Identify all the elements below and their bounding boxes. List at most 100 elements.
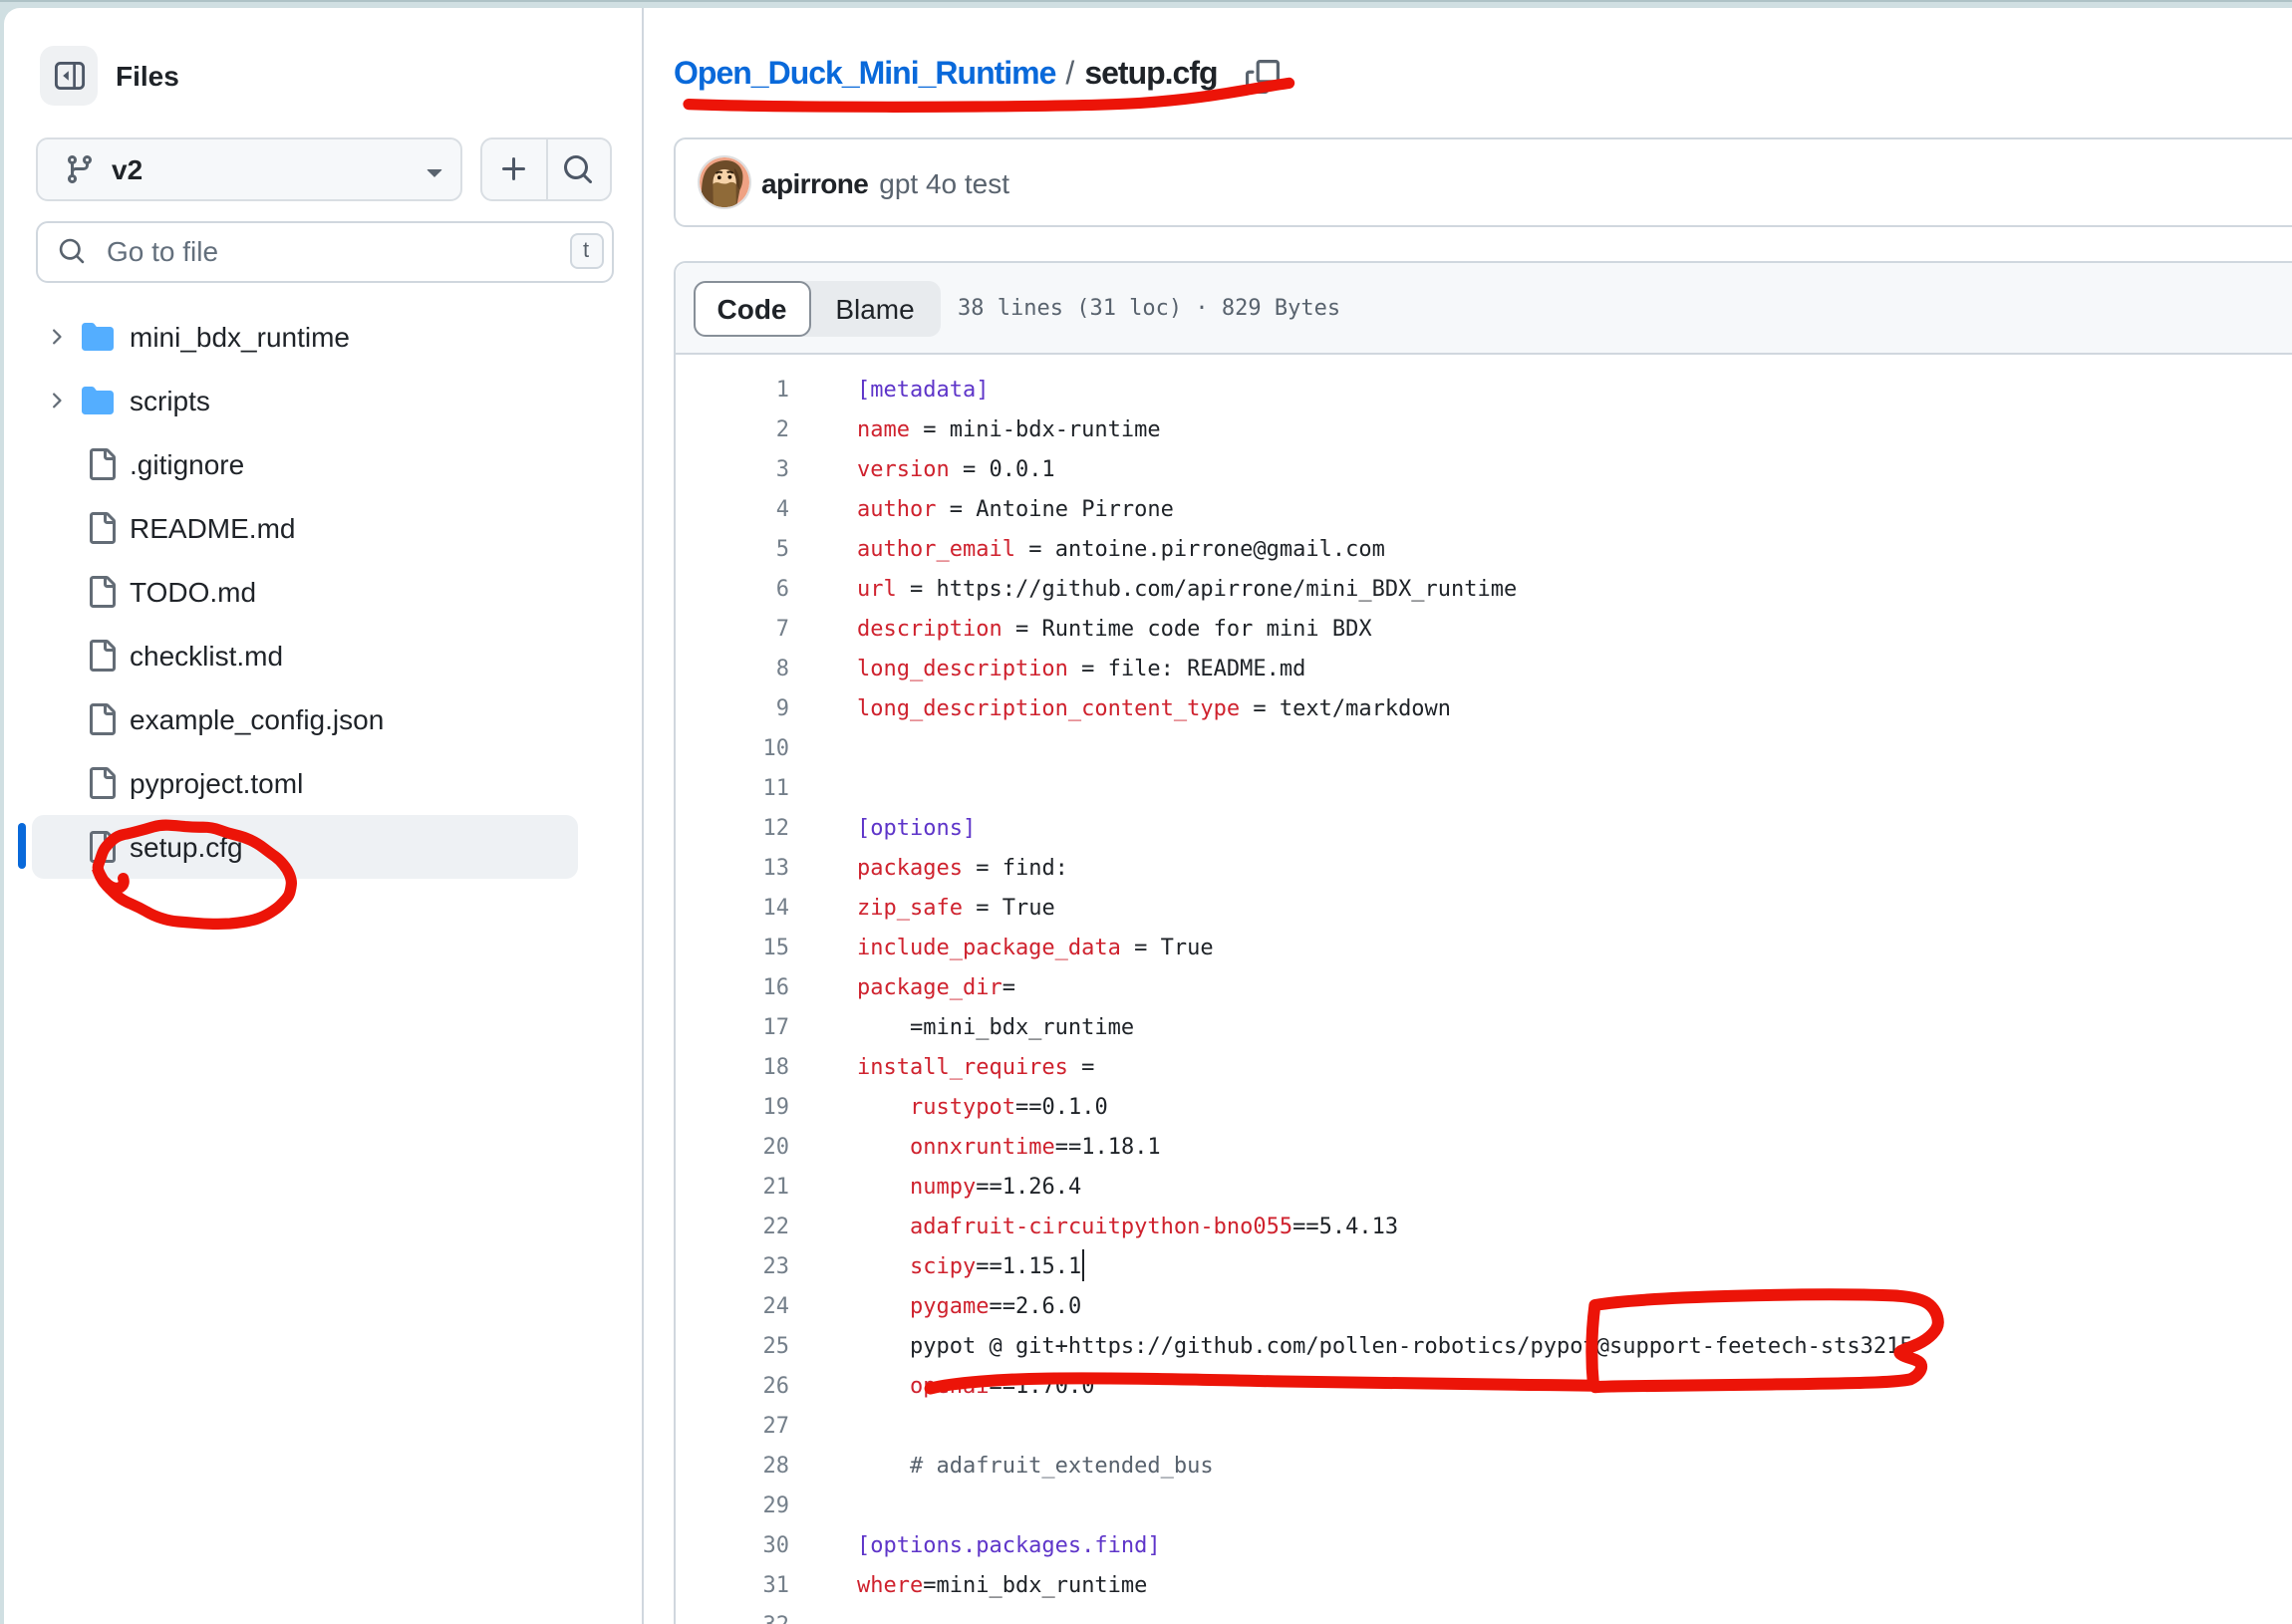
code-line-16: 16package_dir= [676,968,2292,1008]
tree-item-pyproject-toml[interactable]: pyproject.toml [32,750,578,814]
sidebar-divider[interactable] [641,8,643,1624]
tree-item-mini-bdx-runtime[interactable]: mini_bdx_runtime [32,304,578,368]
line-number[interactable]: 21 [676,1168,789,1208]
line-source: [metadata] [857,371,989,410]
line-source: openai==1.70.0 [857,1367,1094,1407]
line-number[interactable]: 24 [676,1287,789,1327]
line-source: =mini_bdx_runtime [857,1008,1134,1048]
tree-item-scripts[interactable]: scripts [32,368,578,431]
file-icon [86,447,118,479]
code-line-14: 14zip_safe = True [676,889,2292,929]
line-source: include_package_data = True [857,929,1214,968]
breadcrumb: Open_Duck_Mini_Runtime / setup.cfg [674,54,1280,98]
chevron-right-icon[interactable] [44,324,68,348]
line-number[interactable]: 16 [676,968,789,1008]
line-number[interactable]: 14 [676,889,789,929]
line-number[interactable]: 23 [676,1247,789,1287]
line-number[interactable]: 28 [676,1447,789,1487]
line-source: long_description_content_type = text/mar… [857,689,1451,729]
line-number[interactable]: 19 [676,1088,789,1128]
line-number[interactable]: 7 [676,610,789,650]
line-number[interactable]: 31 [676,1566,789,1606]
tree-item-todo-md[interactable]: TODO.md [32,559,578,623]
file-tree: mini_bdx_runtimescripts .gitignore README.… [32,304,578,878]
line-number[interactable]: 6 [676,570,789,610]
line-source: scipy==1.15.1 [857,1247,1083,1287]
line-source: description = Runtime code for mini BDX [857,610,1372,650]
file-icon [86,575,118,607]
code-line-27: 27 [676,1407,2292,1447]
add-file-button[interactable] [482,139,545,199]
file-meta-info: 38 lines (31 loc) · 829 Bytes [958,295,1340,321]
line-source: author_email = antoine.pirrone@gmail.com [857,530,1385,570]
tree-item-example-config-json[interactable]: example_config.json [32,686,578,750]
line-number[interactable]: 11 [676,769,789,809]
line-number[interactable]: 15 [676,929,789,968]
latest-commit-bar: apirrone gpt 4o test [674,137,2292,227]
search-icon [563,153,595,185]
line-number[interactable]: 22 [676,1208,789,1247]
line-number[interactable]: 20 [676,1128,789,1168]
tree-item-label: pyproject.toml [130,766,303,798]
go-to-file-input[interactable] [103,234,569,270]
line-number[interactable]: 2 [676,410,789,450]
line-source: packages = find: [857,849,1068,889]
go-to-file-box: t [35,220,613,283]
code-line-10: 10 [676,729,2292,769]
breadcrumb-repo-link[interactable]: Open_Duck_Mini_Runtime [674,58,1055,94]
commit-message[interactable]: gpt 4o test [879,166,1009,198]
collapse-sidebar-button[interactable] [40,45,98,105]
line-number[interactable]: 5 [676,530,789,570]
files-panel-title: Files [116,59,179,91]
line-number[interactable]: 26 [676,1367,789,1407]
tab-code[interactable]: Code [694,280,810,336]
code-line-19: 19 rustypot==0.1.0 [676,1088,2292,1128]
tab-blame[interactable]: Blame [810,280,940,336]
github-code-page: Files v2 [0,0,2292,1624]
tree-item-setup-cfg[interactable]: setup.cfg [32,814,578,878]
line-number[interactable]: 3 [676,450,789,490]
copy-path-icon[interactable] [1246,59,1280,93]
git-branch-icon [64,153,96,185]
tree-item-readme-md[interactable]: README.md [32,495,578,559]
tree-item-label: checklist.md [130,639,283,671]
line-number[interactable]: 8 [676,650,789,689]
line-source: rustypot==0.1.0 [857,1088,1108,1128]
avatar[interactable] [700,157,749,207]
line-number[interactable]: 13 [676,849,789,889]
line-number[interactable]: 1 [676,371,789,410]
tree-item-label: .gitignore [130,447,244,479]
line-number[interactable]: 29 [676,1487,789,1526]
file-icon [86,639,118,671]
chevron-right-icon[interactable] [44,388,68,411]
line-number[interactable]: 32 [676,1606,789,1624]
line-number[interactable]: 27 [676,1407,789,1447]
line-number[interactable]: 12 [676,809,789,849]
code-line-2: 2name = mini-bdx-runtime [676,410,2292,450]
line-number[interactable]: 30 [676,1526,789,1566]
tree-item-checklist-md[interactable]: checklist.md [32,623,578,686]
line-number[interactable]: 9 [676,689,789,729]
branch-selector[interactable]: v2 [36,137,462,201]
code-pane: 1[metadata]2name = mini-bdx-runtime3vers… [676,353,2292,1624]
code-line-26: 26 openai==1.70.0 [676,1367,2292,1407]
line-source: url = https://github.com/apirrone/mini_B… [857,570,1517,610]
code-line-32: 32 [676,1606,2292,1624]
line-number[interactable]: 17 [676,1008,789,1048]
line-source: adafruit-circuitpython-bno055==5.4.13 [857,1208,1398,1247]
search-tree-button[interactable] [545,139,610,199]
code-line-9: 9 long_description_content_type = text/ma… [676,689,2292,729]
code-line-1: 1 [metadata] [676,371,2292,410]
tree-item-label: scripts [130,384,210,415]
file-view-toolbar: Code Blame 38 lines (31 loc) · 829 Bytes [676,263,2292,355]
commit-author[interactable]: apirrone [761,166,868,198]
line-number[interactable]: 4 [676,490,789,530]
code-line-5: 5 author_email = antoine.pirrone@gmail.co… [676,530,2292,570]
tree-item--gitignore[interactable]: .gitignore [32,431,578,495]
code-line-22: 22 adafruit-circuitpython-bno055==5.4.13 [676,1208,2292,1247]
code-line-7: 7 description = Runtime code for mini BDX [676,610,2292,650]
line-number[interactable]: 10 [676,729,789,769]
code-line-12: 12[options] [676,809,2292,849]
line-number[interactable]: 18 [676,1048,789,1088]
line-number[interactable]: 25 [676,1327,789,1367]
